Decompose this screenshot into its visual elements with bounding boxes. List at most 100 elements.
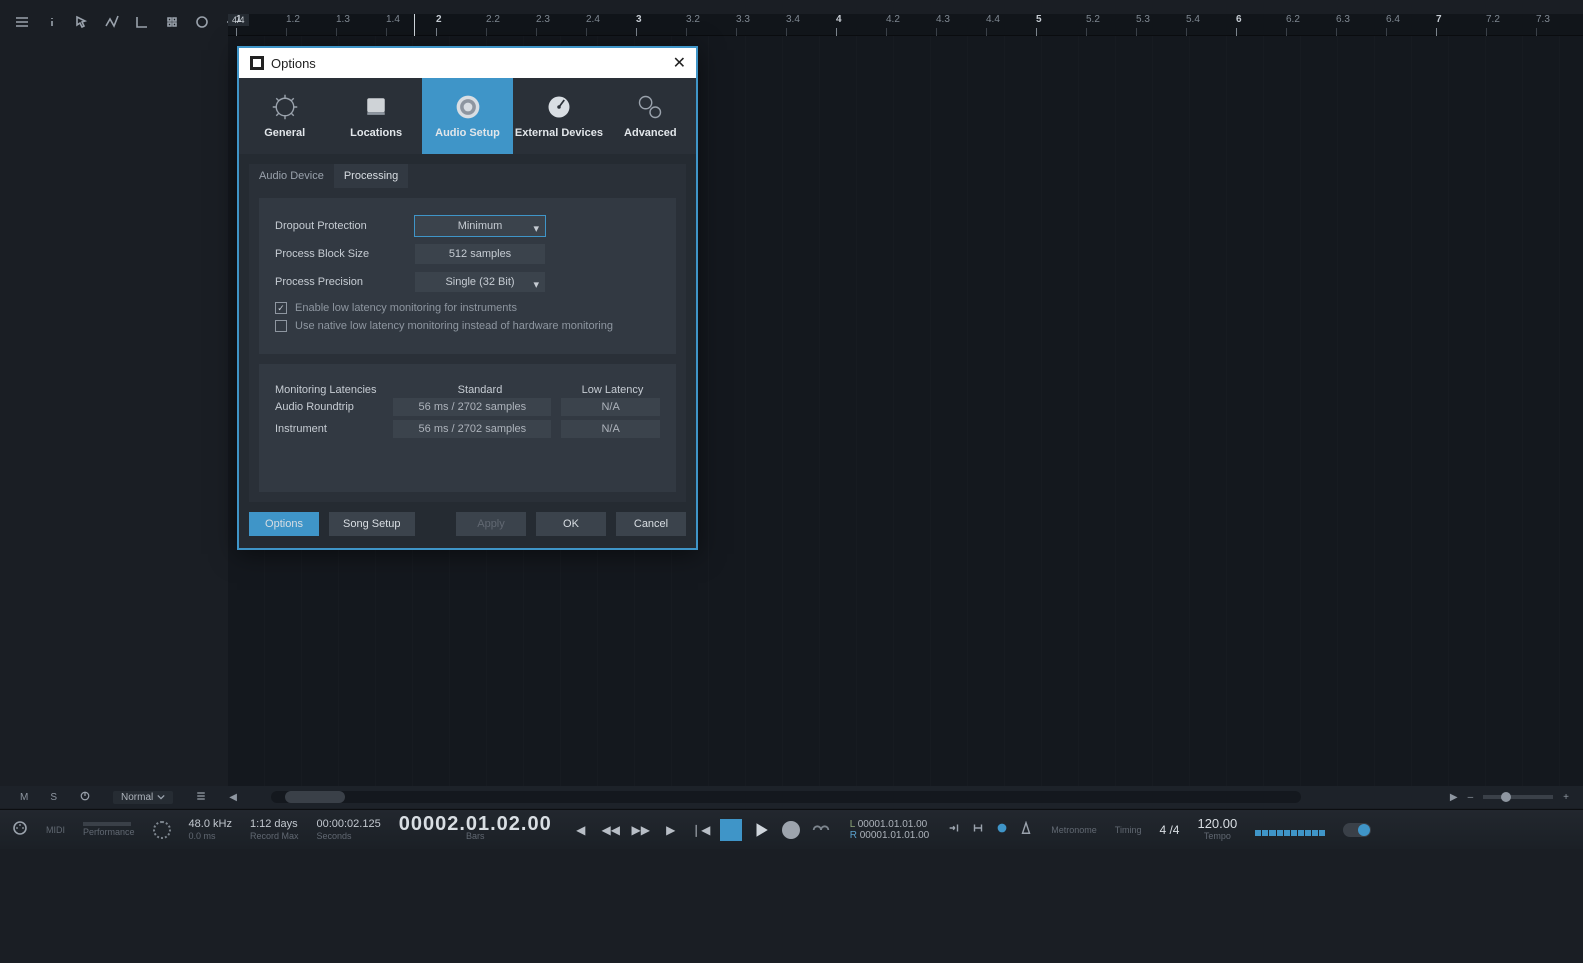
ruler-tick: 1.4	[386, 14, 400, 25]
cpu-spinner-icon	[153, 821, 171, 839]
category-row: General Locations Audio Setup External D…	[239, 78, 696, 154]
bars-label: Bars	[466, 830, 485, 842]
rewind-button[interactable]: ◀	[570, 819, 592, 841]
return-to-start-button[interactable]: ❘◀	[690, 819, 712, 841]
automation-mode-select[interactable]: Normal	[113, 791, 173, 804]
stop-button[interactable]	[720, 819, 742, 841]
ruler-tick: 5.2	[1086, 14, 1100, 25]
zoom-in-icon[interactable]: +	[1563, 792, 1569, 803]
low-latency-checkbox[interactable]: Enable low latency monitoring for instru…	[275, 302, 660, 314]
song-setup-button[interactable]: Song Setup	[329, 512, 415, 536]
ruler-tick: 3.3	[736, 14, 750, 25]
sample-rate: 48.0 kHz	[189, 818, 232, 830]
marker-tool-icon[interactable]	[194, 13, 210, 31]
preroll-icon[interactable]	[947, 821, 961, 838]
seconds-counter: 00:00:02.125	[316, 818, 380, 830]
latency-row: Instrument56 ms / 2702 samplesN/A	[275, 418, 660, 440]
ruler-tick: 4.4	[986, 14, 1000, 25]
arrow-tool-icon[interactable]	[74, 13, 90, 31]
block-size-value[interactable]: 512 samples	[415, 244, 545, 264]
ruler-tick: 6.3	[1336, 14, 1350, 25]
lat-head-1: Standard	[395, 384, 565, 396]
menu-icon[interactable]	[14, 13, 30, 31]
scroll-right-icon[interactable]: ▶	[1450, 792, 1458, 803]
precount-icon[interactable]	[1019, 821, 1033, 838]
ruler-tick: 1.3	[336, 14, 350, 25]
horizontal-scrollbar[interactable]	[271, 791, 1301, 803]
metronome-label: Metronome	[1051, 824, 1097, 836]
info-icon[interactable]	[44, 13, 60, 31]
precision-select[interactable]: Single (32 Bit)▾	[415, 272, 545, 292]
seconds-label: Seconds	[316, 830, 380, 842]
midi-activity-icon	[12, 820, 28, 839]
ruler-tick: 3.4	[786, 14, 800, 25]
timeline-ruler[interactable]: 4/4 11.21.31.422.22.32.433.23.33.444.24.…	[228, 14, 1583, 36]
mute-button[interactable]: M	[20, 792, 28, 803]
ruler-tick: 6.4	[1386, 14, 1400, 25]
dialog-titlebar[interactable]: Options ✕	[239, 48, 696, 78]
scroll-left-icon[interactable]: ◀	[229, 792, 237, 803]
ruler-tick: 6	[1236, 14, 1242, 25]
ruler-tick: 5.3	[1136, 14, 1150, 25]
close-icon[interactable]: ✕	[673, 53, 686, 73]
zoom-slider[interactable]	[1483, 795, 1553, 799]
ruler-tick: 4	[836, 14, 842, 25]
tab-audio-device[interactable]: Audio Device	[249, 164, 334, 188]
ruler-tick: 2	[436, 14, 442, 25]
solo-button[interactable]: S	[50, 792, 57, 803]
fast-rewind-button[interactable]: ◀◀	[600, 819, 622, 841]
locators[interactable]: L 00001.01.01.00 R 00001.01.01.00	[850, 819, 930, 841]
timing-label: Timing	[1115, 824, 1142, 836]
list-icon[interactable]	[195, 790, 207, 805]
forward-button[interactable]: ▶	[660, 819, 682, 841]
precision-label: Process Precision	[275, 276, 415, 288]
ruler-tick: 7	[1436, 14, 1442, 25]
time-signature[interactable]: 4 /4	[1159, 824, 1179, 836]
ruler-tick: 6.2	[1286, 14, 1300, 25]
cat-audio-setup[interactable]: Audio Setup	[422, 78, 513, 154]
midi-label: MIDI	[46, 824, 65, 836]
ok-button[interactable]: OK	[536, 512, 606, 536]
cat-locations[interactable]: Locations	[330, 78, 421, 154]
bars-counter[interactable]: 00002.01.02.00	[399, 818, 552, 830]
bend-tool-icon[interactable]	[134, 13, 150, 31]
metronome-toggle[interactable]	[995, 821, 1009, 838]
power-icon[interactable]	[79, 790, 91, 805]
transport-bar: MIDI Performance 48.0 kHz0.0 ms 1:12 day…	[0, 809, 1583, 849]
performance-label: Performance	[83, 826, 135, 838]
dropout-label: Dropout Protection	[275, 220, 415, 232]
tempo-label: Tempo	[1204, 830, 1231, 842]
record-button[interactable]	[780, 819, 802, 841]
cat-external-devices[interactable]: External Devices	[513, 78, 604, 154]
tempo-value[interactable]: 120.00	[1197, 818, 1237, 830]
cancel-button[interactable]: Cancel	[616, 512, 686, 536]
ruler-tick: 2.2	[486, 14, 500, 25]
lat-head-2: Low Latency	[565, 384, 660, 396]
record-time: 1:12 days	[250, 818, 299, 830]
dropout-select[interactable]: Minimum▾	[415, 216, 545, 236]
record-max-label: Record Max	[250, 830, 299, 842]
master-toggle[interactable]	[1343, 823, 1371, 837]
cat-advanced[interactable]: Advanced	[605, 78, 696, 154]
cat-general[interactable]: General	[239, 78, 330, 154]
fast-forward-button[interactable]: ▶▶	[630, 819, 652, 841]
ruler-tick: 2.3	[536, 14, 550, 25]
ruler-tick: 5	[1036, 14, 1042, 25]
zoom-out-icon[interactable]: –	[1468, 792, 1474, 803]
ruler-tick: 7.2	[1486, 14, 1500, 25]
automation-tool-icon[interactable]	[104, 13, 120, 31]
loop-button[interactable]	[810, 819, 832, 841]
ruler-tick: 2.4	[586, 14, 600, 25]
paint-tool-icon[interactable]	[164, 13, 180, 31]
autopunch-icon[interactable]	[971, 821, 985, 838]
transport-buttons: ◀ ◀◀ ▶▶ ▶ ❘◀	[570, 819, 832, 841]
play-button[interactable]	[750, 819, 772, 841]
lat-head-0: Monitoring Latencies	[275, 384, 395, 396]
ruler-tick: 7.3	[1536, 14, 1550, 25]
options-button[interactable]: Options	[249, 512, 319, 536]
ruler-tick: 3.2	[686, 14, 700, 25]
apply-button[interactable]: Apply	[456, 512, 526, 536]
native-monitoring-checkbox[interactable]: Use native low latency monitoring instea…	[275, 320, 660, 332]
tab-processing[interactable]: Processing	[334, 164, 408, 188]
latency-value: 0.0 ms	[189, 830, 232, 842]
